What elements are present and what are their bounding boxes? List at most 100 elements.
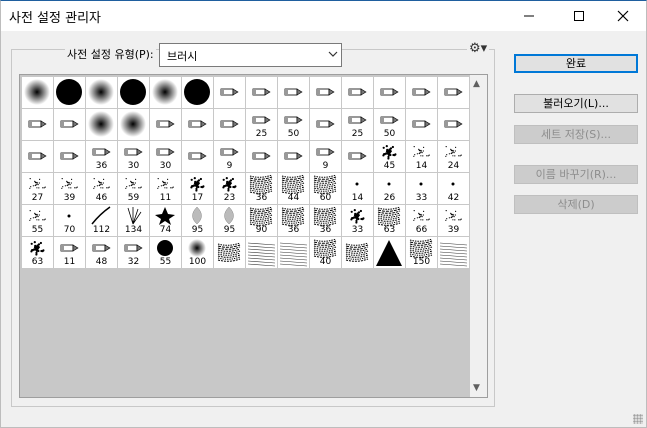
brush-preset-69[interactable]: 66 xyxy=(406,205,437,236)
brush-preset-42[interactable]: 24 xyxy=(438,141,469,172)
brush-preset-82[interactable] xyxy=(374,237,405,268)
brush-preset-76[interactable]: 100 xyxy=(182,237,213,268)
vertical-scrollbar[interactable]: ▲ ▼ xyxy=(470,75,487,397)
brush-preset-70[interactable]: 39 xyxy=(438,205,469,236)
brush-list[interactable]: 25 50 25 50 36 30 30 9 9 45 14 24 27 39 46 59 11 17 23 36 44… xyxy=(19,74,488,398)
brush-preset-16[interactable] xyxy=(54,109,85,140)
maximize-button[interactable] xyxy=(556,1,602,31)
brush-preset-26[interactable]: 50 xyxy=(374,109,405,140)
brush-preset-30[interactable] xyxy=(54,141,85,172)
brush-preset-60[interactable]: 134 xyxy=(118,205,149,236)
brush-preset-11[interactable] xyxy=(342,77,373,108)
brush-preset-14[interactable] xyxy=(438,77,469,108)
brush-preset-57[interactable]: 55 xyxy=(22,205,53,236)
brush-preset-22[interactable]: 25 xyxy=(246,109,277,140)
brush-preset-28[interactable] xyxy=(438,109,469,140)
preset-type-select[interactable]: 브러시 xyxy=(159,43,342,67)
brush-preset-2[interactable] xyxy=(54,77,85,108)
brush-preset-51[interactable]: 44 xyxy=(278,173,309,204)
brush-preset-19[interactable] xyxy=(150,109,181,140)
brush-preset-40[interactable]: 45 xyxy=(374,141,405,172)
done-button[interactable]: 완료 xyxy=(514,54,638,73)
brush-preset-10[interactable] xyxy=(310,77,341,108)
brush-preset-80[interactable]: 40 xyxy=(310,237,341,268)
brush-preset-49[interactable]: 23 xyxy=(214,173,245,204)
brush-preset-66[interactable]: 36 xyxy=(310,205,341,236)
load-button[interactable]: 불러오기(L)... xyxy=(514,94,638,113)
gear-icon[interactable]: ⚙▾ xyxy=(467,41,490,56)
brush-preset-41[interactable]: 14 xyxy=(406,141,437,172)
brush-preset-1[interactable] xyxy=(22,77,53,108)
save-set-button[interactable]: 세트 저장(S)... xyxy=(514,125,638,144)
brush-preset-75[interactable]: 55 xyxy=(150,237,181,268)
brush-preset-48[interactable]: 17 xyxy=(182,173,213,204)
brush-preset-68[interactable]: 63 xyxy=(374,205,405,236)
brush-preset-9[interactable] xyxy=(278,77,309,108)
brush-preset-17[interactable] xyxy=(86,109,117,140)
brush-preset-7[interactable] xyxy=(214,77,245,108)
scroll-down-icon[interactable]: ▼ xyxy=(473,383,480,393)
brush-preset-24[interactable] xyxy=(310,109,341,140)
brush-preset-74[interactable]: 32 xyxy=(118,237,149,268)
brush-preset-33[interactable]: 30 xyxy=(150,141,181,172)
brush-preset-29[interactable] xyxy=(22,141,53,172)
brush-preset-5[interactable] xyxy=(150,77,181,108)
brush-preset-21[interactable] xyxy=(214,109,245,140)
brush-preset-45[interactable]: 46 xyxy=(86,173,117,204)
brush-preset-59[interactable]: 112 xyxy=(86,205,117,236)
brush-preset-20[interactable] xyxy=(182,109,213,140)
brush-preset-23[interactable]: 50 xyxy=(278,109,309,140)
brush-preset-46[interactable]: 59 xyxy=(118,173,149,204)
brush-preset-65[interactable]: 36 xyxy=(278,205,309,236)
brush-preset-34[interactable] xyxy=(182,141,213,172)
brush-preset-64[interactable]: 90 xyxy=(246,205,277,236)
brush-preset-58[interactable]: 70 xyxy=(54,205,85,236)
scroll-up-icon[interactable]: ▲ xyxy=(473,79,480,89)
brush-preset-55[interactable]: 33 xyxy=(406,173,437,204)
brush-preset-63[interactable]: 95 xyxy=(214,205,245,236)
brush-preset-31[interactable]: 36 xyxy=(86,141,117,172)
close-button[interactable] xyxy=(600,1,646,31)
brush-preset-35[interactable]: 9 xyxy=(214,141,245,172)
rename-button[interactable]: 이름 바꾸기(R)... xyxy=(514,165,638,184)
brush-preset-52[interactable]: 60 xyxy=(310,173,341,204)
brush-preset-25[interactable]: 25 xyxy=(342,109,373,140)
brush-preset-78[interactable] xyxy=(246,237,277,268)
brush-preset-8[interactable] xyxy=(246,77,277,108)
brush-preset-79[interactable] xyxy=(278,237,309,268)
brush-preset-37[interactable] xyxy=(278,141,309,172)
brush-preset-44[interactable]: 39 xyxy=(54,173,85,204)
brush-preset-38[interactable]: 9 xyxy=(310,141,341,172)
brush-preset-47[interactable]: 11 xyxy=(150,173,181,204)
brush-preset-12[interactable] xyxy=(374,77,405,108)
brush-preset-67[interactable]: 33 xyxy=(342,205,373,236)
brush-preset-72[interactable]: 11 xyxy=(54,237,85,268)
brush-preset-13[interactable] xyxy=(406,77,437,108)
brush-preset-6[interactable] xyxy=(182,77,213,108)
delete-button[interactable]: 삭제(D) xyxy=(514,195,638,214)
brush-preset-56[interactable]: 42 xyxy=(438,173,469,204)
brush-preset-36[interactable] xyxy=(246,141,277,172)
brush-preset-71[interactable]: 63 xyxy=(22,237,53,268)
brush-preset-18[interactable] xyxy=(118,109,149,140)
resize-grip[interactable] xyxy=(633,414,643,424)
brush-preset-77[interactable] xyxy=(214,237,245,268)
minimize-button[interactable] xyxy=(506,1,552,31)
brush-preset-61[interactable]: 74 xyxy=(150,205,181,236)
brush-preset-27[interactable] xyxy=(406,109,437,140)
brush-preset-53[interactable]: 14 xyxy=(342,173,373,204)
brush-preset-43[interactable]: 27 xyxy=(22,173,53,204)
brush-preset-39[interactable] xyxy=(342,141,373,172)
brush-preset-62[interactable]: 95 xyxy=(182,205,213,236)
brush-preset-50[interactable]: 36 xyxy=(246,173,277,204)
brush-preset-3[interactable] xyxy=(86,77,117,108)
brush-size-label: 14 xyxy=(351,193,364,203)
brush-preset-15[interactable] xyxy=(22,109,53,140)
brush-preset-4[interactable] xyxy=(118,77,149,108)
brush-preset-73[interactable]: 48 xyxy=(86,237,117,268)
brush-preset-54[interactable]: 26 xyxy=(374,173,405,204)
brush-preset-84[interactable] xyxy=(438,237,469,268)
brush-preset-81[interactable] xyxy=(342,237,373,268)
brush-preset-83[interactable]: 150 xyxy=(406,237,437,268)
brush-preset-32[interactable]: 30 xyxy=(118,141,149,172)
